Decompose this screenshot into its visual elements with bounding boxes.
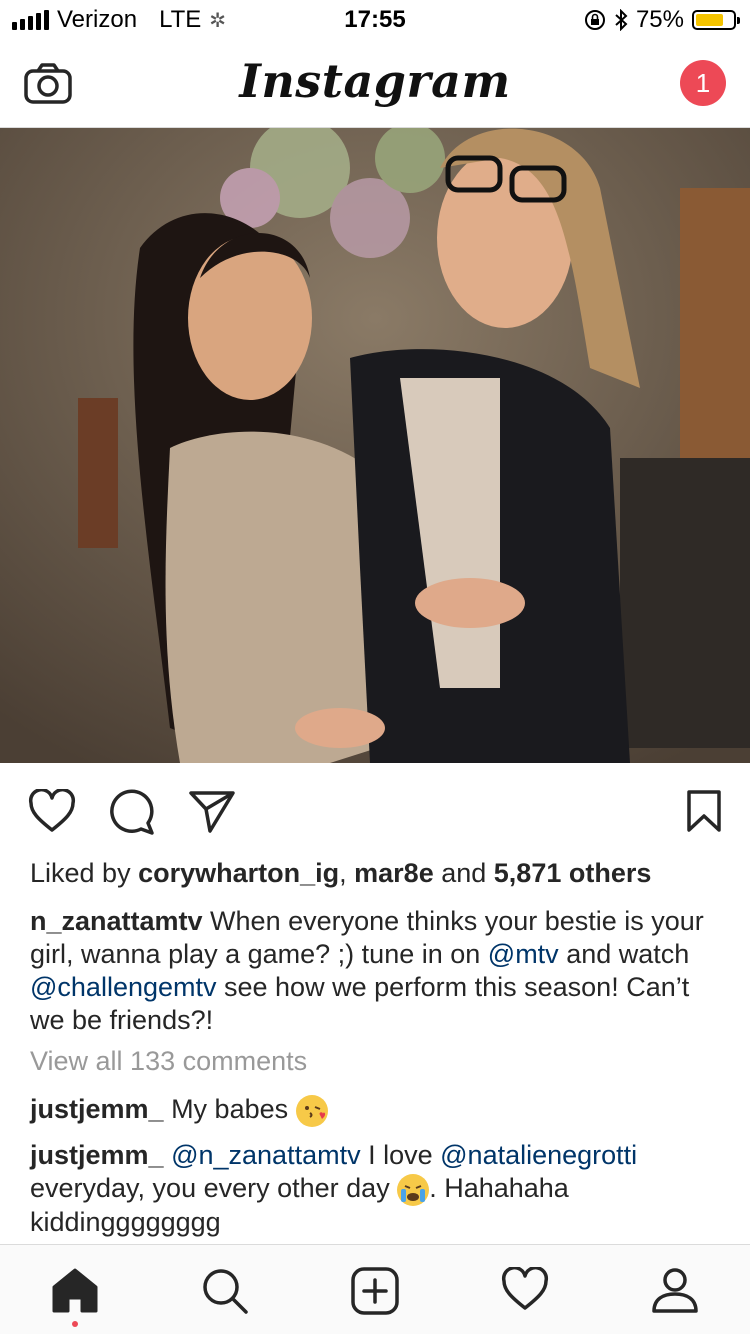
kissing-face-emoji-icon [295, 1094, 328, 1127]
status-bar: Verizon LTE ✲ 17:55 75% [0, 0, 750, 40]
liker-username[interactable]: mar8e [354, 858, 434, 888]
comment-username[interactable]: justjemm_ [30, 1140, 164, 1170]
home-active-indicator [72, 1321, 78, 1327]
caption-mention[interactable]: @challengemtv [30, 972, 217, 1002]
battery-icon [692, 10, 740, 30]
battery-percent: 75% [635, 6, 684, 33]
comment-icon[interactable] [108, 789, 156, 835]
status-right: 75% [584, 6, 740, 34]
comment-text: I love [360, 1140, 441, 1170]
bookmark-icon[interactable] [686, 789, 722, 833]
likes-prefix: Liked by [30, 858, 139, 888]
liker-username[interactable]: corywharton_ig [138, 858, 339, 888]
notification-badge[interactable]: 1 [680, 60, 726, 106]
send-icon[interactable] [188, 789, 236, 835]
search-icon[interactable] [201, 1267, 249, 1315]
bottom-tab-bar [0, 1244, 750, 1334]
heart-icon[interactable] [28, 789, 76, 833]
likes-line[interactable]: Liked by corywharton_ig, mar8e and 5,871… [30, 858, 651, 889]
post-photo[interactable] [0, 128, 750, 763]
add-post-icon[interactable] [351, 1267, 399, 1315]
post-action-bar [0, 763, 750, 858]
crying-face-emoji-icon [397, 1173, 430, 1206]
comment-item: justjemm_ My babes [30, 1093, 720, 1127]
caption-text: and watch [558, 939, 690, 969]
rotation-lock-icon [584, 10, 605, 30]
comment-item: justjemm_ @n_zanattamtv I love @natalien… [30, 1139, 720, 1239]
comment-username[interactable]: justjemm_ [30, 1094, 164, 1124]
post-image [0, 128, 750, 763]
caption-username[interactable]: n_zanattamtv [30, 906, 203, 936]
profile-icon[interactable] [651, 1267, 699, 1313]
comment-mention[interactable]: @natalienegrotti [440, 1140, 637, 1170]
bluetooth-icon [615, 9, 628, 31]
caption-mention[interactable]: @mtv [488, 939, 559, 969]
activity-heart-icon[interactable] [501, 1267, 549, 1311]
likes-count[interactable]: 5,871 others [494, 858, 652, 888]
likes-and: and [433, 858, 494, 888]
comment-text: My babes [163, 1094, 296, 1124]
comment-mention[interactable]: @n_zanattamtv [171, 1140, 361, 1170]
top-nav: Instagram 1 [0, 40, 750, 128]
instagram-logo: Instagram [239, 54, 511, 108]
view-all-comments-link[interactable]: View all 133 comments [30, 1046, 307, 1077]
post-caption: n_zanattamtv When everyone thinks your b… [30, 905, 720, 1037]
home-icon[interactable] [51, 1267, 99, 1313]
likes-separator: , [339, 858, 355, 888]
comment-text: everyday, you every other day [30, 1173, 398, 1203]
